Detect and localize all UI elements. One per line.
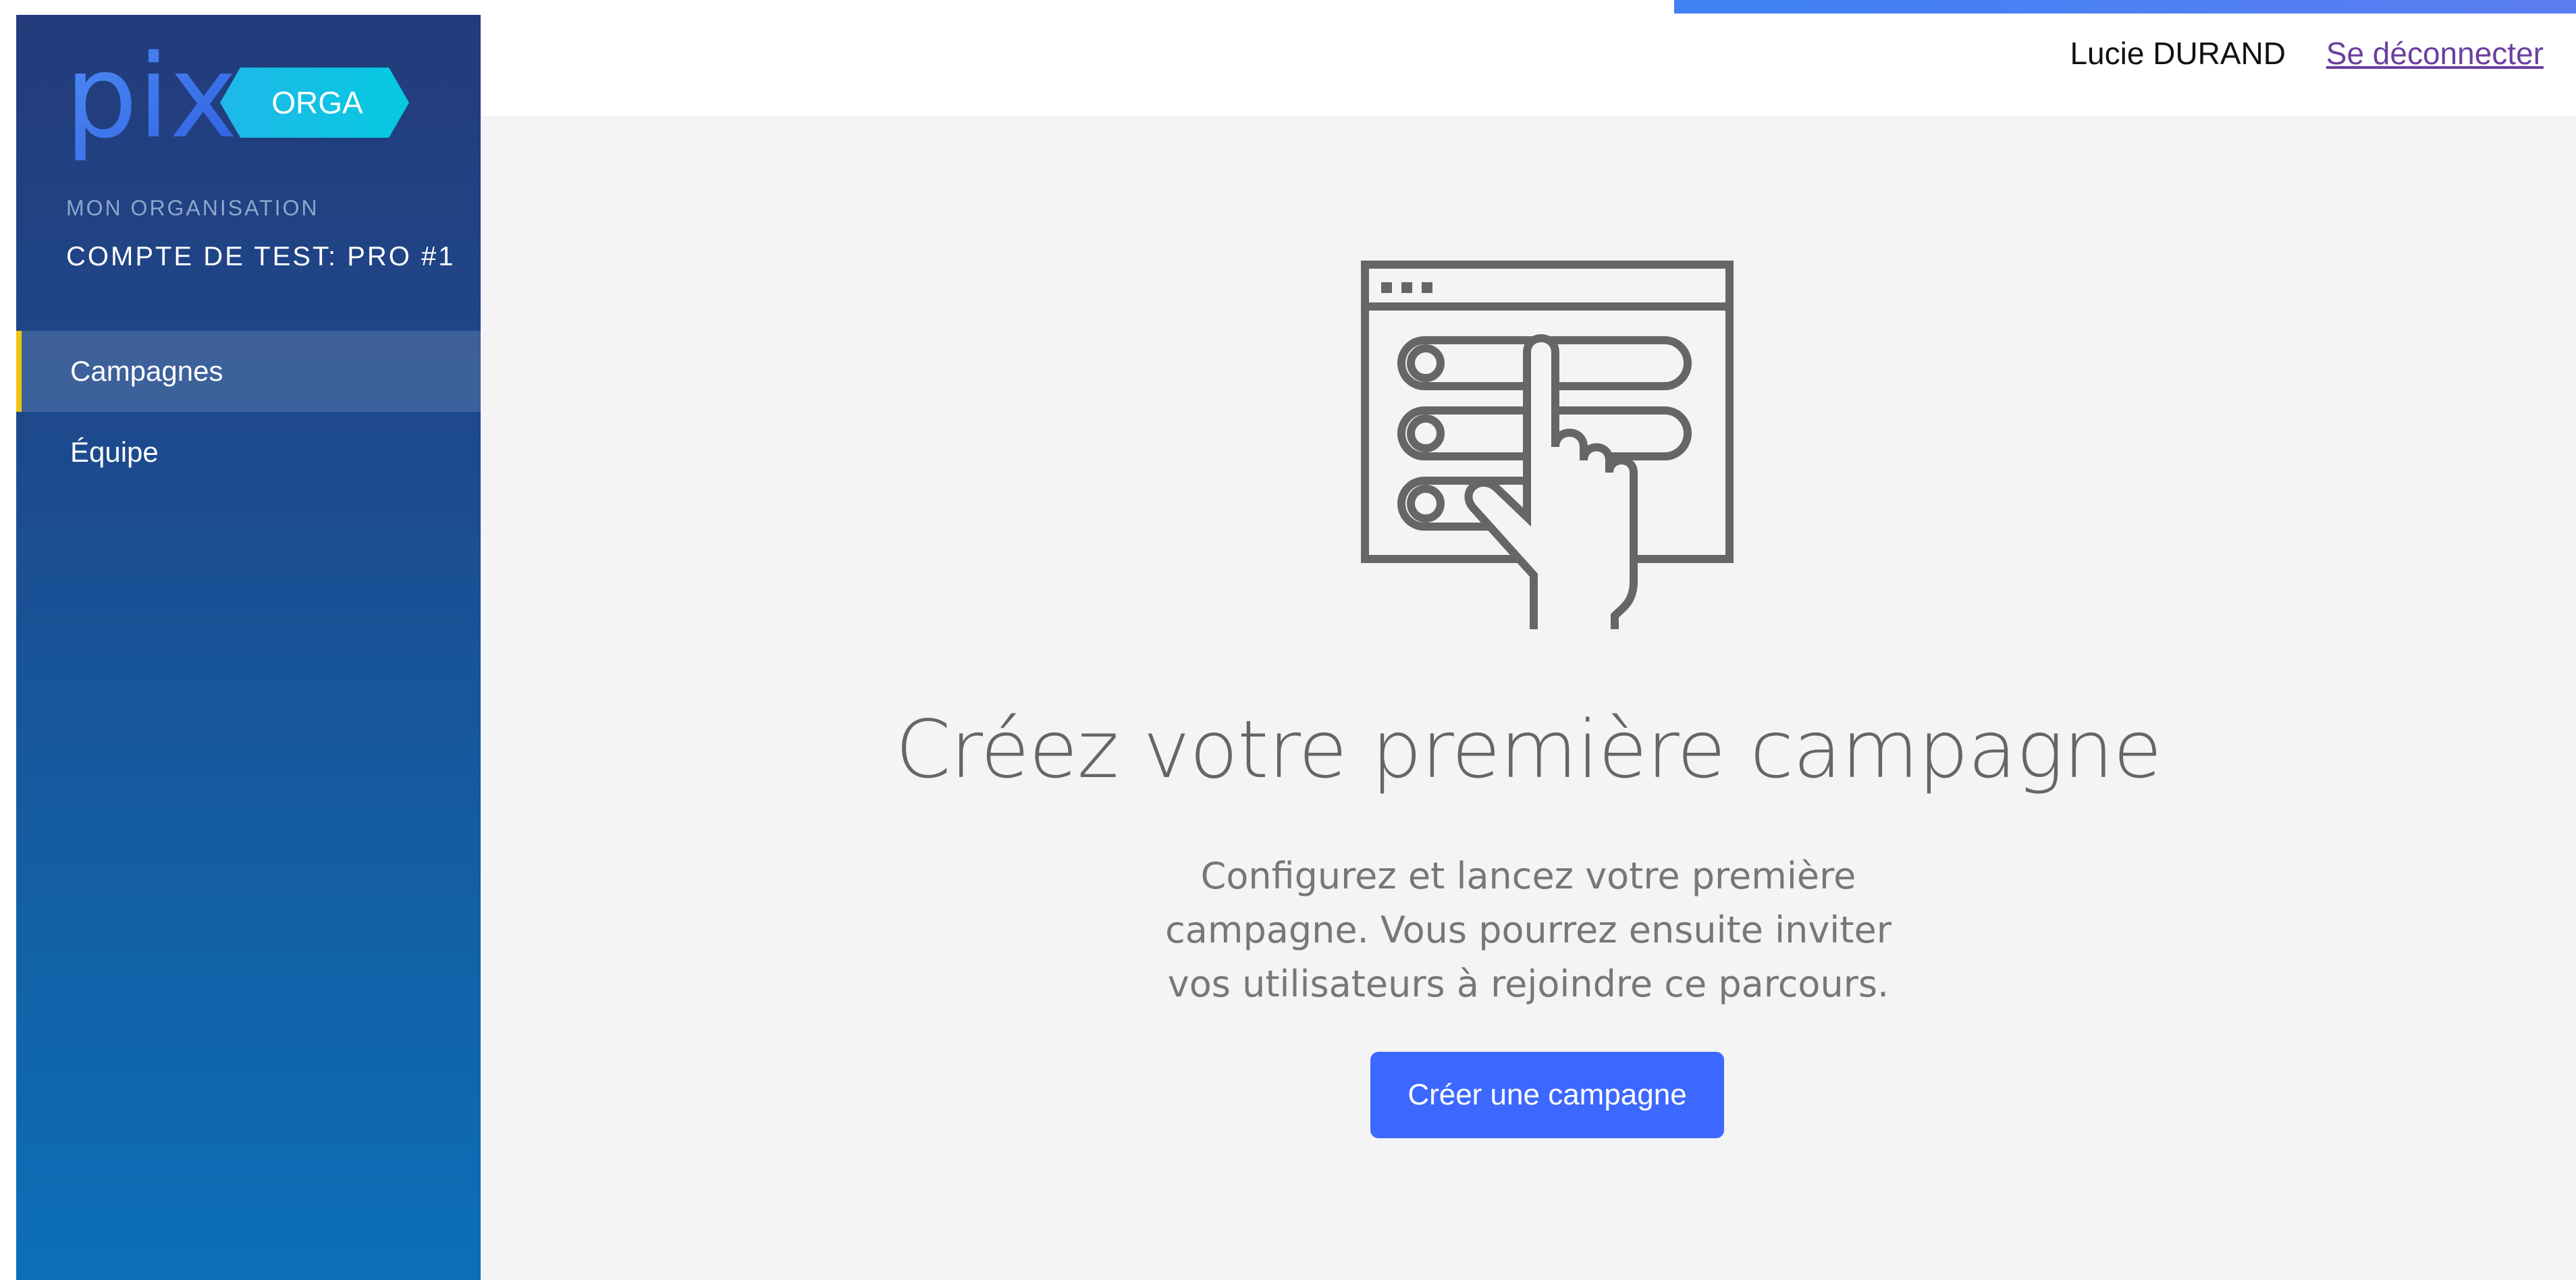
sidebar: ORGA pix MON ORGANISATION COMPTE DE TEST… (16, 15, 481, 1280)
browser-hand-pointer-icon (1361, 261, 1734, 629)
org-label: MON ORGANISATION (66, 196, 319, 220)
empty-state-description: Configurez et lancez votre première camp… (1165, 855, 1891, 1005)
logo-brand-text: pix (65, 35, 238, 164)
logout-link[interactable]: Se déconnecter (2326, 35, 2544, 72)
sidebar-item-label: Équipe (70, 436, 159, 468)
main-content: Créez votre première campagne Configurez… (481, 116, 2576, 1280)
logo-badge-text: ORGA (271, 85, 363, 120)
org-name: COMPTE DE TEST: PRO #1 (66, 242, 456, 271)
top-bar-accent (1674, 0, 2576, 14)
top-bar: Lucie DURAND Se déconnecter (481, 0, 2576, 116)
sidebar-item-equipe[interactable]: Équipe (16, 412, 481, 493)
sidebar-nav: Campagnes Équipe (16, 331, 481, 493)
pix-orga-logo[interactable]: ORGA pix (65, 35, 416, 170)
user-name: Lucie DURAND (2070, 36, 2286, 71)
create-campaign-button[interactable]: Créer une campagne (1370, 1052, 1724, 1138)
empty-state-title: Créez votre première campagne (895, 703, 2162, 797)
sidebar-item-label: Campagnes (70, 355, 223, 387)
sidebar-item-campagnes[interactable]: Campagnes (16, 331, 481, 412)
